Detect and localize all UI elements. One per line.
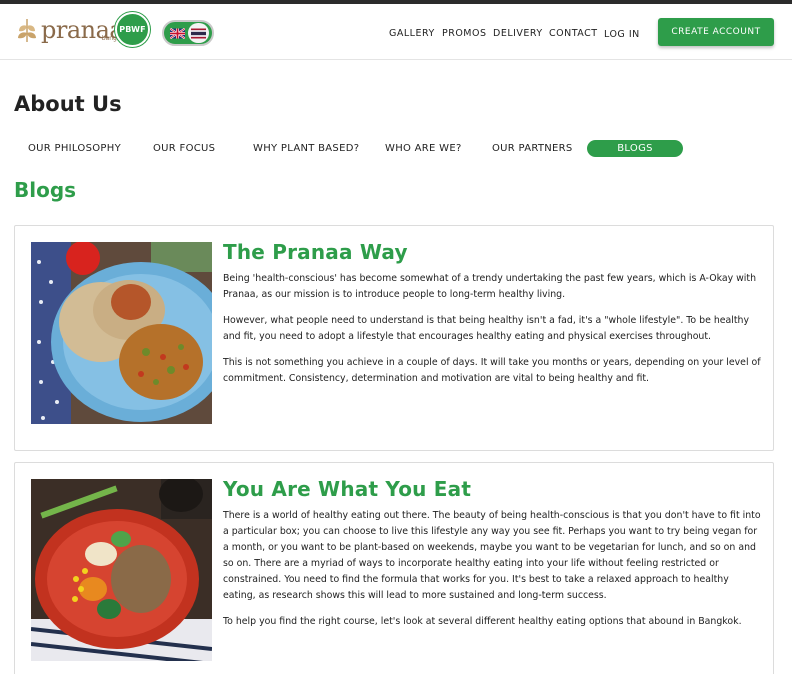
pranaa-logo[interactable]: pranaa bangkok (16, 13, 127, 47)
create-account-button[interactable]: CREATE ACCOUNT (658, 18, 774, 46)
pbwf-badge[interactable]: PBWF (115, 12, 150, 47)
food-photo-bowl (31, 479, 212, 661)
blog-title[interactable]: You Are What You Eat (223, 477, 471, 501)
blog-image-wraps[interactable] (31, 242, 212, 424)
tab-who-are-we[interactable]: WHO ARE WE? (385, 143, 462, 154)
blog-paragraph: To help you find the right course, let's… (223, 616, 742, 627)
blog-body: There is a world of healthy eating out t… (223, 508, 763, 640)
blog-title[interactable]: The Pranaa Way (223, 240, 408, 264)
tab-blogs[interactable]: BLOGS (587, 140, 683, 157)
blog-image-bowl[interactable] (31, 479, 212, 661)
blog-card: You Are What You Eat There is a world of… (14, 462, 774, 674)
lang-option-en[interactable] (167, 23, 188, 43)
leaf-logo-icon (18, 19, 36, 43)
tab-our-partners[interactable]: OUR PARTNERS (492, 143, 573, 154)
thai-flag-icon (191, 28, 206, 38)
blog-card: The Pranaa Way Being 'health-conscious' … (14, 225, 774, 451)
uk-flag-icon (170, 27, 185, 39)
tab-why-plant-based[interactable]: WHY PLANT BASED? (253, 143, 359, 154)
tab-our-focus[interactable]: OUR FOCUS (153, 143, 215, 154)
page-title: About Us (14, 92, 122, 116)
lang-option-th[interactable] (188, 23, 209, 43)
blog-paragraph: There is a world of healthy eating out t… (223, 510, 761, 601)
blog-paragraph: This is not something you achieve in a c… (223, 357, 761, 384)
nav-login[interactable]: LOG IN (604, 29, 640, 40)
blog-paragraph: Being 'health-conscious' has become some… (223, 273, 757, 300)
site-header: pranaa bangkok PBWF GALLERY PROMOS DELIVE… (0, 4, 792, 60)
blog-paragraph: However, what people need to understand … (223, 315, 750, 342)
logo-wordmark: pranaa bangkok (41, 18, 127, 42)
section-title: Blogs (14, 178, 77, 202)
language-toggle[interactable] (162, 20, 214, 46)
nav-promos[interactable]: PROMOS (442, 28, 487, 39)
tab-our-philosophy[interactable]: OUR PHILOSOPHY (28, 143, 121, 154)
nav-gallery[interactable]: GALLERY (389, 28, 435, 39)
blog-body: Being 'health-conscious' has become some… (223, 271, 763, 397)
nav-delivery[interactable]: DELIVERY (493, 28, 543, 39)
nav-contact[interactable]: CONTACT (549, 28, 598, 39)
food-photo-wraps (31, 242, 212, 424)
